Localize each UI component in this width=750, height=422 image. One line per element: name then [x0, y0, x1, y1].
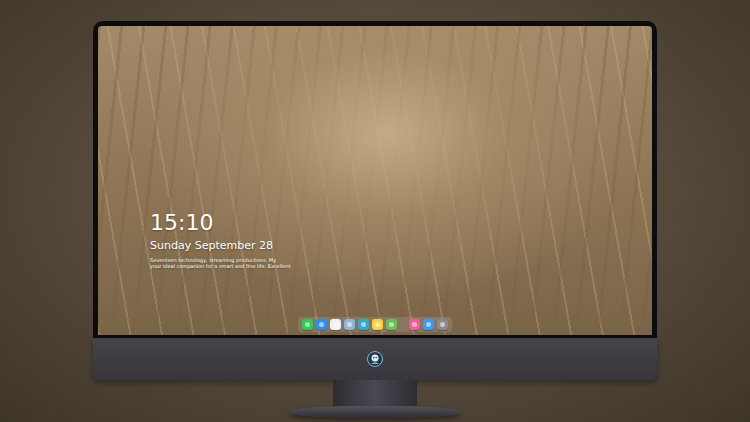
app-glyph-icon: [361, 322, 366, 327]
app-glyph-icon: [347, 322, 352, 327]
caption-text: Seventeen technology, streaming producti…: [150, 257, 652, 269]
clock-date: Sunday September 28: [150, 238, 652, 253]
wallpaper-photo: [98, 26, 652, 335]
app-glyph-icon: [412, 322, 417, 327]
mascot-logo-icon: [367, 351, 383, 367]
app-glyph-icon: [375, 322, 380, 327]
app-glyph-icon: [333, 322, 338, 327]
dock-app-icon[interactable]: [437, 319, 448, 330]
app-glyph-icon: [319, 322, 324, 327]
dock-app-icon[interactable]: [423, 319, 434, 330]
clock-time: 15:10: [150, 210, 652, 236]
monitor-chin: [93, 338, 657, 380]
app-glyph-icon: [440, 322, 445, 327]
app-glyph-icon: [305, 322, 310, 327]
caption-line: your ideal companion for a smart and fin…: [150, 263, 652, 269]
dock-app-icon[interactable]: [358, 319, 369, 330]
dock-app-icon[interactable]: [330, 319, 341, 330]
app-glyph-icon: [389, 322, 394, 327]
dock-app-icon[interactable]: [386, 319, 397, 330]
monitor-stand-foot: [290, 406, 460, 418]
monitor-bezel: 15:10 Sunday September 28 Seventeen techno…: [93, 21, 657, 338]
dock-app-icon[interactable]: [372, 319, 383, 330]
lock-screen-clock: 15:10 Sunday September 28 Seventeen techno…: [150, 210, 652, 269]
monitor-stand-neck: [333, 380, 417, 406]
app-glyph-icon: [426, 322, 431, 327]
dock: [298, 317, 452, 332]
dock-app-icon[interactable]: [409, 319, 420, 330]
dock-app-icon[interactable]: [302, 319, 313, 330]
dock-app-icon[interactable]: [316, 319, 327, 330]
caption-line: Seventeen technology, streaming producti…: [150, 257, 652, 263]
desktop-screen: 15:10 Sunday September 28 Seventeen techno…: [98, 26, 652, 335]
monitor: 15:10 Sunday September 28 Seventeen techno…: [93, 21, 657, 422]
mockup-backdrop: 15:10 Sunday September 28 Seventeen techno…: [0, 0, 750, 422]
dock-app-icon[interactable]: [344, 319, 355, 330]
